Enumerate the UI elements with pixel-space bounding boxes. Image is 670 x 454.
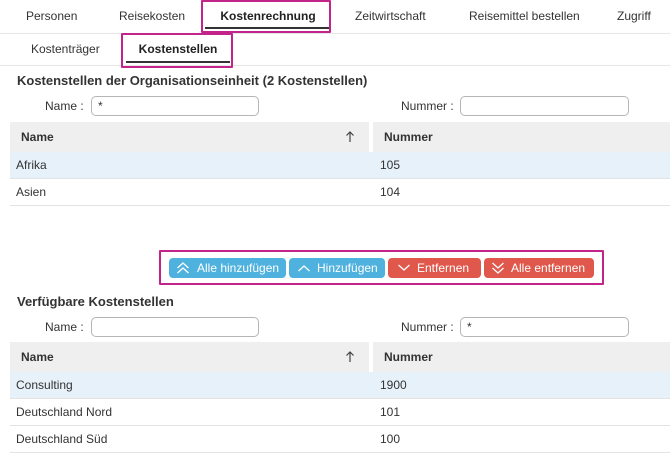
- sort-ascending-icon[interactable]: [345, 351, 355, 363]
- column-header-name-label: Name: [21, 130, 54, 144]
- remove-all-label: Alle entfernen: [511, 261, 586, 275]
- tab-kostentraeger[interactable]: Kostenträger: [31, 34, 100, 65]
- available-number-filter-input[interactable]: [460, 317, 629, 337]
- column-header-name[interactable]: Name: [10, 342, 369, 372]
- cell-name: Asien: [16, 185, 47, 199]
- active-tab-indicator: [205, 27, 331, 29]
- active-subtab-indicator: [126, 61, 230, 63]
- assigned-name-label: Name :: [45, 99, 84, 113]
- cell-name: Consulting: [16, 378, 73, 392]
- grid-header: Name Nummer: [10, 122, 670, 152]
- sort-ascending-icon[interactable]: [345, 131, 355, 143]
- sub-tab-bar: Kostenträger Kostenstellen: [0, 34, 670, 66]
- cell-name: Deutschland Nord: [16, 405, 113, 419]
- add-all-label: Alle hinzufügen: [197, 261, 280, 275]
- table-row[interactable]: Asien 104: [10, 179, 670, 206]
- chevron-up-icon: [298, 265, 310, 272]
- tab-reisemittel-bestellen[interactable]: Reisemittel bestellen: [469, 0, 580, 33]
- tab-reisekosten[interactable]: Reisekosten: [119, 0, 185, 33]
- cell-number: 105: [380, 158, 401, 172]
- available-cost-centers-grid: Name Nummer Consulting 1900 Deutschland …: [10, 342, 670, 453]
- cell-number: 1900: [380, 378, 407, 392]
- column-header-name-label: Name: [21, 350, 54, 364]
- column-header-number[interactable]: Nummer: [373, 122, 670, 152]
- assigned-name-filter-input[interactable]: [91, 96, 259, 116]
- tab-zeitwirtschaft[interactable]: Zeitwirtschaft: [355, 0, 426, 33]
- available-section-title: Verfügbare Kostenstellen: [17, 294, 174, 309]
- remove-all-button[interactable]: Alle entfernen: [484, 258, 594, 278]
- main-tab-bar: Personen Reisekosten Kostenrechnung Zeit…: [0, 0, 670, 34]
- remove-label: Entfernen: [417, 261, 470, 275]
- available-name-filter-input[interactable]: [91, 317, 259, 337]
- assigned-cost-centers-grid: Name Nummer Afrika 105 Asien 104: [10, 122, 670, 206]
- table-row[interactable]: Consulting 1900: [10, 372, 670, 399]
- available-number-label: Nummer :: [401, 320, 454, 334]
- column-header-name[interactable]: Name: [10, 122, 369, 152]
- assigned-number-filter-input[interactable]: [460, 96, 629, 116]
- column-header-number[interactable]: Nummer: [373, 342, 670, 372]
- add-button[interactable]: Hinzufügen: [289, 258, 385, 278]
- add-all-button[interactable]: Alle hinzufügen: [169, 258, 286, 278]
- tab-personen[interactable]: Personen: [26, 0, 77, 33]
- cell-number: 101: [380, 405, 401, 419]
- double-chevron-down-icon: [492, 262, 504, 274]
- cell-name: Deutschland Süd: [16, 432, 108, 446]
- double-chevron-up-icon: [177, 262, 189, 274]
- table-row[interactable]: Afrika 105: [10, 152, 670, 179]
- cell-number: 100: [380, 432, 401, 446]
- assigned-number-label: Nummer :: [401, 99, 454, 113]
- grid-header: Name Nummer: [10, 342, 670, 372]
- tab-zugriff[interactable]: Zugriff: [617, 0, 651, 33]
- chevron-down-icon: [398, 264, 410, 271]
- cell-name: Afrika: [16, 158, 47, 172]
- available-name-label: Name :: [45, 320, 84, 334]
- cell-number: 104: [380, 185, 401, 199]
- table-row[interactable]: Deutschland Nord 101: [10, 399, 670, 426]
- table-row[interactable]: Deutschland Süd 100: [10, 426, 670, 453]
- remove-button[interactable]: Entfernen: [388, 258, 481, 278]
- assigned-section-title: Kostenstellen der Organisationseinheit (…: [17, 73, 368, 88]
- add-label: Hinzufügen: [317, 261, 378, 275]
